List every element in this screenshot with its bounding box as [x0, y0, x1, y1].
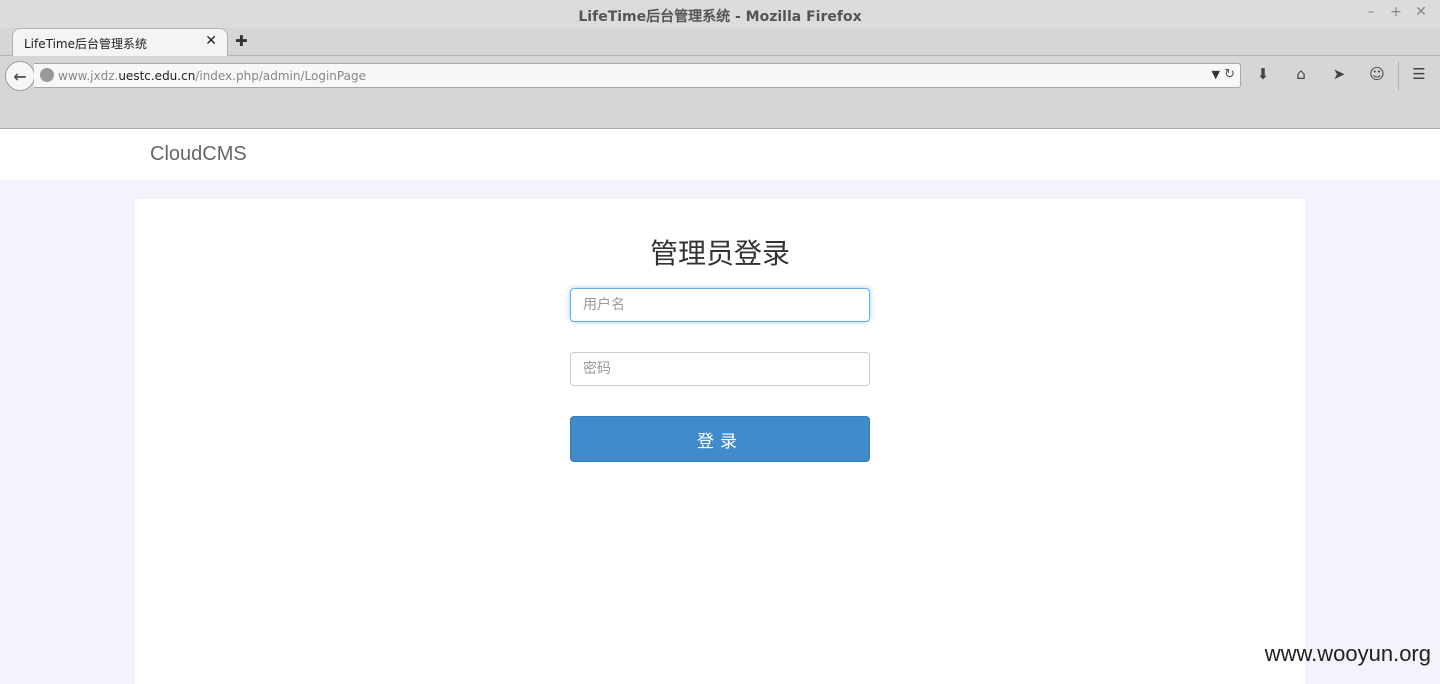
url-prefix: www.jxdz. [58, 69, 119, 83]
watermark: www.wooyun.org [1264, 641, 1431, 666]
smiley-icon[interactable]: ☺ [1366, 65, 1388, 85]
username-input[interactable] [570, 288, 870, 322]
reload-icon[interactable]: ↻ [1224, 67, 1235, 82]
download-icon[interactable]: ⬇ [1252, 65, 1274, 85]
menu-icon[interactable]: ☰ [1408, 65, 1430, 85]
minimize-button[interactable]: – [1361, 4, 1381, 20]
tab-close-icon[interactable]: ✕ [205, 33, 217, 49]
close-window-button[interactable]: ✕ [1411, 4, 1431, 20]
back-button[interactable]: ← [5, 61, 35, 91]
login-card: 管理员登录 登录 [135, 199, 1305, 684]
send-icon[interactable]: ➤ [1328, 65, 1350, 85]
site-header: CloudCMS [0, 129, 1440, 180]
home-icon[interactable]: ⌂ [1290, 65, 1312, 85]
url-host: uestc.edu.cn [118, 69, 196, 83]
login-button[interactable]: 登录 [570, 416, 870, 462]
new-tab-button[interactable]: ✚ [235, 32, 248, 50]
login-title: 管理员登录 [649, 237, 790, 270]
address-bar[interactable]: www.jxdz.uestc.edu.cn/index.php/admin/Lo… [34, 63, 1241, 88]
globe-icon [40, 68, 54, 82]
browser-tab[interactable]: LifeTime后台管理系统 ✕ [12, 28, 228, 56]
toolbar-separator [1398, 61, 1399, 91]
url-text[interactable]: www.jxdz.uestc.edu.cn/index.php/admin/Lo… [58, 69, 366, 83]
back-arrow-icon: ← [13, 66, 27, 86]
window-titlebar: LifeTime后台管理系统 - Mozilla Firefox – + ✕ [0, 0, 1440, 30]
password-input[interactable] [570, 352, 870, 386]
brand-link[interactable]: CloudCMS [150, 143, 247, 166]
url-dropdown-icon[interactable]: ▼ [1212, 68, 1220, 81]
maximize-button[interactable]: + [1386, 4, 1406, 20]
window-title: LifeTime后台管理系统 - Mozilla Firefox [578, 9, 862, 25]
url-path: /index.php/admin/LoginPage [195, 69, 366, 83]
tab-title: LifeTime后台管理系统 [24, 37, 147, 51]
tab-strip: LifeTime后台管理系统 ✕ ✚ [0, 28, 1440, 56]
navigation-toolbar: ← www.jxdz.uestc.edu.cn/index.php/admin/… [0, 56, 1440, 129]
